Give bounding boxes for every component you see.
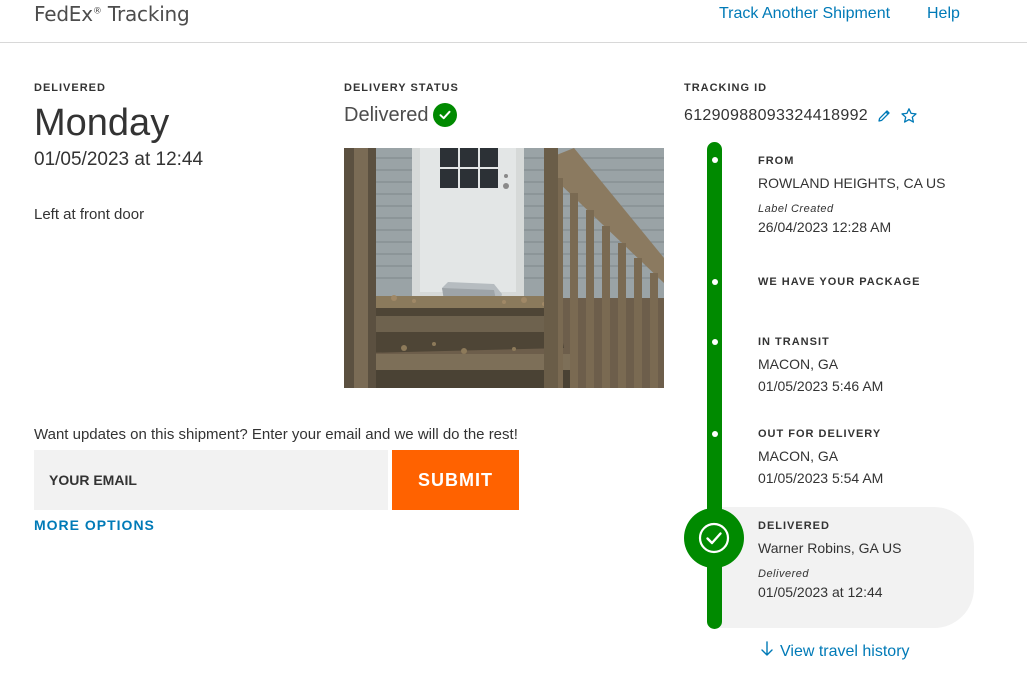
timeline-step-delivered: DELIVERED Warner Robins, GA US Delivered… (758, 520, 901, 600)
view-travel-history-label: View travel history (780, 642, 910, 660)
star-outline-icon[interactable] (900, 107, 918, 125)
step-date: 01/05/2023 5:54 AM (758, 470, 884, 486)
view-travel-history-link[interactable]: View travel history (760, 641, 910, 662)
delivery-status: Delivered (344, 103, 458, 127)
delivery-status-label: DELIVERY STATUS (344, 82, 459, 94)
step-location: MACON, GA (758, 448, 839, 464)
timeline-dot-out-for-delivery (712, 431, 718, 437)
delivered-check-icon (684, 508, 744, 568)
timeline-dot-from (712, 157, 718, 163)
proof-of-delivery-photo[interactable] (344, 148, 664, 388)
step-title: DELIVERED (758, 520, 830, 532)
brand-name: FedEx (34, 2, 93, 26)
email-input[interactable] (34, 450, 388, 510)
step-location: MACON, GA (758, 356, 839, 372)
timeline-dot-in-transit (712, 339, 718, 345)
check-circle-icon (433, 103, 458, 127)
brand-logo[interactable]: FedEx® Tracking (34, 2, 190, 26)
step-date: 01/05/2023 5:46 AM (758, 378, 884, 394)
delivery-day: Monday (34, 102, 170, 144)
track-another-shipment-link[interactable]: Track Another Shipment (719, 5, 890, 23)
timeline-step-in-transit: IN TRANSIT MACON, GA 01/05/2023 5:46 AM (758, 336, 883, 394)
step-subtitle: Label Created (758, 203, 834, 215)
top-header: FedEx® Tracking Track Another Shipment H… (0, 0, 1027, 43)
brand-registered-mark: ® (92, 6, 102, 17)
arrow-down-icon (760, 641, 774, 662)
tracking-id-label: TRACKING ID (684, 82, 768, 94)
delivered-label: DELIVERED (34, 82, 106, 94)
pencil-icon[interactable] (876, 108, 892, 124)
timeline-step-have-package: WE HAVE YOUR PACKAGE (758, 276, 920, 288)
delivery-note: Left at front door (34, 206, 145, 223)
step-title: WE HAVE YOUR PACKAGE (758, 276, 921, 288)
more-options-link[interactable]: MORE OPTIONS (34, 517, 155, 533)
help-link[interactable]: Help (927, 5, 960, 23)
email-updates-prompt: Want updates on this shipment? Enter you… (34, 426, 518, 443)
brand-suffix: Tracking (101, 2, 190, 26)
timeline-step-out-for-delivery: OUT FOR DELIVERY MACON, GA 01/05/2023 5:… (758, 428, 883, 486)
step-location: Warner Robins, GA US (758, 540, 902, 556)
timeline-dot-have-package (712, 279, 718, 285)
step-date: 01/05/2023 at 12:44 (758, 584, 883, 600)
tracking-id-value: 61290988093324418992 (684, 107, 868, 124)
step-date: 26/04/2023 12:28 AM (758, 219, 892, 235)
delivery-datetime: 01/05/2023 at 12:44 (34, 149, 204, 170)
tracking-id-row: 61290988093324418992 (684, 107, 918, 125)
step-subtitle: Delivered (758, 568, 809, 580)
timeline-step-from: FROM ROWLAND HEIGHTS, CA US Label Create… (758, 155, 945, 235)
step-title: IN TRANSIT (758, 336, 830, 348)
submit-button[interactable]: SUBMIT (392, 450, 519, 510)
step-title: FROM (758, 155, 795, 167)
delivery-status-value: Delivered (344, 103, 429, 126)
step-title: OUT FOR DELIVERY (758, 428, 882, 440)
step-location: ROWLAND HEIGHTS, CA US (758, 175, 946, 191)
